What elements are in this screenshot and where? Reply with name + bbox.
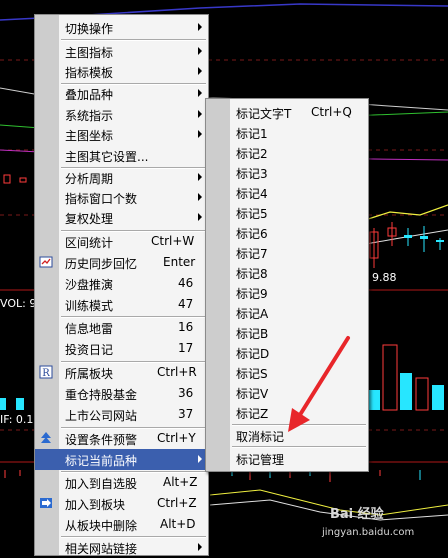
submenu-item-mark-2[interactable]: 标记2: [206, 142, 368, 163]
submenu-item-mark-9[interactable]: 标记9: [206, 282, 368, 303]
mark-submenu: 标记文字T Ctrl+Q 标记1 标记2 标记3 标记4 标记5 标记6 标记7…: [205, 98, 369, 472]
menu-item-info-mine[interactable]: 信息地雷 16: [35, 317, 208, 338]
submenu-item-mark-3[interactable]: 标记3: [206, 162, 368, 183]
submenu-arrow-icon: [198, 173, 202, 181]
submenu-item-mark-1[interactable]: 标记1: [206, 122, 368, 143]
submenu-item-mark-7[interactable]: 标记7: [206, 242, 368, 263]
menu-item-rights-adjust[interactable]: 复权处理: [35, 207, 208, 228]
vol-label: VOL: 9: [0, 297, 37, 310]
submenu-item-mark-v[interactable]: 标记V: [206, 382, 368, 403]
sector-R-icon: R: [39, 365, 53, 379]
submenu-item-mark-management[interactable]: 标记管理: [206, 448, 368, 469]
submenu-item-mark-z[interactable]: 标记Z: [206, 402, 368, 423]
menu-item-remove-from-sector[interactable]: 从板块中删除 Alt+D: [35, 514, 208, 535]
menu-item-sandbox[interactable]: 沙盘推演 46: [35, 273, 208, 294]
menu-item-training-mode[interactable]: 训练模式 47: [35, 294, 208, 315]
submenu-arrow-icon: [198, 543, 202, 551]
submenu-item-mark-text[interactable]: 标记文字T Ctrl+Q: [206, 102, 368, 123]
alert-icon: [41, 432, 51, 443]
submenu-item-mark-5[interactable]: 标记5: [206, 202, 368, 223]
menu-item-add-to-sector[interactable]: 加入到板块 Ctrl+Z: [35, 493, 208, 514]
menu-item-interval-stats[interactable]: 区间统计 Ctrl+W: [35, 231, 208, 252]
submenu-arrow-icon: [198, 110, 202, 118]
menu-item-system-indicator[interactable]: 系统指示: [35, 104, 208, 125]
indicator-label: IF: 0.1: [0, 413, 34, 426]
submenu-arrow-icon: [198, 89, 202, 97]
menu-item-main-axis[interactable]: 主图坐标: [35, 124, 208, 145]
menu-item-company-website[interactable]: 上市公司网站 37: [35, 404, 208, 425]
menu-item-related-sites[interactable]: 相关网站链接: [35, 537, 208, 558]
menu-item-analysis-period[interactable]: 分析周期: [35, 167, 208, 188]
submenu-arrow-icon: [198, 67, 202, 75]
menu-item-switch-operation[interactable]: 切换操作: [35, 17, 208, 38]
submenu-item-mark-8[interactable]: 标记8: [206, 262, 368, 283]
price-label: 9.88: [372, 271, 397, 284]
menu-item-main-indicator[interactable]: 主图指标: [35, 41, 208, 62]
menu-item-investment-diary[interactable]: 投资日记 17: [35, 338, 208, 359]
submenu-item-mark-6[interactable]: 标记6: [206, 222, 368, 243]
menu-item-set-alert[interactable]: 设置条件预警 Ctrl+Y: [35, 428, 208, 449]
submenu-item-cancel-mark[interactable]: 取消标记: [206, 425, 368, 446]
submenu-item-mark-a[interactable]: 标记A: [206, 302, 368, 323]
menu-item-main-other-settings[interactable]: 主图其它设置...: [35, 145, 208, 166]
menu-item-overlay-product[interactable]: 叠加品种: [35, 83, 208, 104]
menu-item-indicator-template[interactable]: 指标模板: [35, 61, 208, 82]
submenu-arrow-icon: [198, 213, 202, 221]
add-to-sector-icon: [40, 498, 52, 508]
submenu-arrow-icon: [198, 130, 202, 138]
submenu-item-mark-4[interactable]: 标记4: [206, 182, 368, 203]
watermark-brand: Bai 经验: [330, 507, 384, 522]
submenu-arrow-icon: [198, 23, 202, 31]
watermark: jingyan.baidu.com: [322, 527, 415, 538]
submenu-item-mark-s[interactable]: 标记S: [206, 362, 368, 383]
submenu-item-mark-b[interactable]: 标记B: [206, 322, 368, 343]
menu-item-add-watchlist[interactable]: 加入到自选股 Alt+Z: [35, 472, 208, 493]
menu-item-mark-current[interactable]: 标记当前品种: [35, 449, 208, 470]
context-menu: 切换操作 主图指标 指标模板 叠加品种 系统指示 主图坐标 主图其它设置... …: [34, 14, 209, 556]
menu-item-sector[interactable]: R 所属板块 Ctrl+R: [35, 362, 208, 383]
menu-item-heavy-funds[interactable]: 重仓持股基金 36: [35, 383, 208, 404]
submenu-arrow-icon: [198, 455, 202, 463]
svg-text:R: R: [42, 368, 50, 379]
submenu-item-mark-d[interactable]: 标记D: [206, 342, 368, 363]
submenu-arrow-icon: [198, 47, 202, 55]
menu-item-history-sync[interactable]: 历史同步回忆 Enter: [35, 252, 208, 273]
history-sync-icon: [39, 256, 53, 268]
menu-item-window-count[interactable]: 指标窗口个数: [35, 187, 208, 208]
submenu-arrow-icon: [198, 193, 202, 201]
